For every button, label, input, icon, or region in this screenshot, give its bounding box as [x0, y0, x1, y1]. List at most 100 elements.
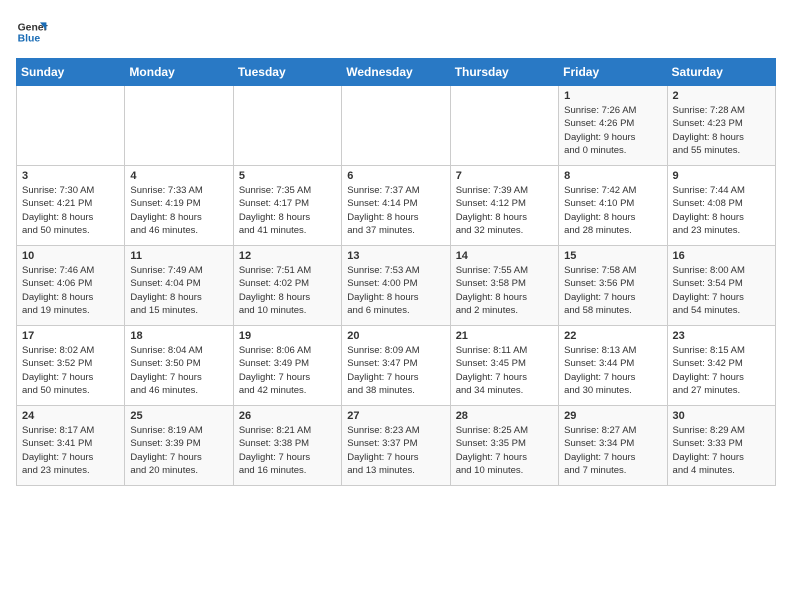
- weekday-header-monday: Monday: [125, 59, 233, 86]
- day-number: 3: [22, 170, 119, 182]
- calendar-cell: 7 Sunrise: 7:39 AMSunset: 4:12 PMDaylight…: [450, 166, 558, 246]
- day-number: 12: [239, 250, 336, 262]
- day-number: 11: [130, 250, 227, 262]
- day-number: 26: [239, 410, 336, 422]
- calendar-cell: 1 Sunrise: 7:26 AMSunset: 4:26 PMDaylight…: [559, 86, 667, 166]
- calendar-cell: 18Sunrise: 8:04 AMSunset: 3:50 PMDayligh…: [125, 326, 233, 406]
- day-number: 19: [239, 330, 336, 342]
- day-number: 30: [673, 410, 770, 422]
- day-info: Sunrise: 7:53 AMSunset: 4:00 PMDaylight:…: [347, 264, 444, 317]
- weekday-header-thursday: Thursday: [450, 59, 558, 86]
- weekday-header-row: SundayMondayTuesdayWednesdayThursdayFrid…: [17, 59, 776, 86]
- day-number: 24: [22, 410, 119, 422]
- weekday-header-wednesday: Wednesday: [342, 59, 450, 86]
- day-number: 25: [130, 410, 227, 422]
- calendar-cell: 10 Sunrise: 7:46 AMSunset: 4:06 PMDayligh…: [17, 246, 125, 326]
- calendar-cell: 13 Sunrise: 7:53 AMSunset: 4:00 PMDayligh…: [342, 246, 450, 326]
- day-info: Sunrise: 8:02 AMSunset: 3:52 PMDaylight:…: [22, 344, 119, 397]
- calendar-cell: 2 Sunrise: 7:28 AMSunset: 4:23 PMDaylight…: [667, 86, 775, 166]
- calendar-cell: [125, 86, 233, 166]
- day-number: 10: [22, 250, 119, 262]
- calendar-cell: 20 Sunrise: 8:09 AMSunset: 3:47 PMDayligh…: [342, 326, 450, 406]
- day-info: Sunrise: 7:37 AMSunset: 4:14 PMDaylight:…: [347, 184, 444, 237]
- day-number: 9: [673, 170, 770, 182]
- weekday-header-tuesday: Tuesday: [233, 59, 341, 86]
- calendar-cell: 26 Sunrise: 8:21 AMSunset: 3:38 PMDayligh…: [233, 406, 341, 486]
- calendar-cell: [17, 86, 125, 166]
- day-number: 20: [347, 330, 444, 342]
- day-number: 14: [456, 250, 553, 262]
- day-info: Sunrise: 8:29 AMSunset: 3:33 PMDaylight:…: [673, 424, 770, 477]
- day-number: 27: [347, 410, 444, 422]
- calendar-cell: 4Sunrise: 7:33 AMSunset: 4:19 PMDaylight…: [125, 166, 233, 246]
- day-number: 8: [564, 170, 661, 182]
- day-info: Sunrise: 7:42 AMSunset: 4:10 PMDaylight:…: [564, 184, 661, 237]
- day-number: 5: [239, 170, 336, 182]
- day-number: 16: [673, 250, 770, 262]
- calendar-cell: [233, 86, 341, 166]
- calendar-cell: 16 Sunrise: 8:00 AMSunset: 3:54 PMDayligh…: [667, 246, 775, 326]
- page-header: General Blue: [16, 16, 776, 48]
- day-info: Sunrise: 8:23 AMSunset: 3:37 PMDaylight:…: [347, 424, 444, 477]
- day-number: 7: [456, 170, 553, 182]
- calendar-cell: 29 Sunrise: 8:27 AMSunset: 3:34 PMDayligh…: [559, 406, 667, 486]
- calendar-cell: [450, 86, 558, 166]
- day-info: Sunrise: 8:09 AMSunset: 3:47 PMDaylight:…: [347, 344, 444, 397]
- calendar-cell: 28 Sunrise: 8:25 AMSunset: 3:35 PMDayligh…: [450, 406, 558, 486]
- day-info: Sunrise: 7:46 AMSunset: 4:06 PMDaylight:…: [22, 264, 119, 317]
- calendar-cell: 22 Sunrise: 8:13 AMSunset: 3:44 PMDayligh…: [559, 326, 667, 406]
- day-info: Sunrise: 8:21 AMSunset: 3:38 PMDaylight:…: [239, 424, 336, 477]
- logo-icon: General Blue: [16, 16, 48, 48]
- calendar-cell: 5Sunrise: 7:35 AMSunset: 4:17 PMDaylight…: [233, 166, 341, 246]
- calendar-cell: 12Sunrise: 7:51 AMSunset: 4:02 PMDayligh…: [233, 246, 341, 326]
- day-info: Sunrise: 8:25 AMSunset: 3:35 PMDaylight:…: [456, 424, 553, 477]
- day-info: Sunrise: 7:58 AMSunset: 3:56 PMDaylight:…: [564, 264, 661, 317]
- day-number: 29: [564, 410, 661, 422]
- calendar-cell: 30 Sunrise: 8:29 AMSunset: 3:33 PMDayligh…: [667, 406, 775, 486]
- calendar-cell: 17 Sunrise: 8:02 AMSunset: 3:52 PMDayligh…: [17, 326, 125, 406]
- day-info: Sunrise: 7:33 AMSunset: 4:19 PMDaylight:…: [130, 184, 227, 237]
- calendar-cell: [342, 86, 450, 166]
- day-number: 23: [673, 330, 770, 342]
- calendar-cell: 9Sunrise: 7:44 AMSunset: 4:08 PMDaylight…: [667, 166, 775, 246]
- day-number: 2: [673, 90, 770, 102]
- weekday-header-friday: Friday: [559, 59, 667, 86]
- day-info: Sunrise: 8:11 AMSunset: 3:45 PMDaylight:…: [456, 344, 553, 397]
- day-info: Sunrise: 8:04 AMSunset: 3:50 PMDaylight:…: [130, 344, 227, 397]
- week-row-3: 10 Sunrise: 7:46 AMSunset: 4:06 PMDayligh…: [17, 246, 776, 326]
- day-info: Sunrise: 7:30 AMSunset: 4:21 PMDaylight:…: [22, 184, 119, 237]
- calendar-table: SundayMondayTuesdayWednesdayThursdayFrid…: [16, 58, 776, 486]
- day-info: Sunrise: 7:28 AMSunset: 4:23 PMDaylight:…: [673, 104, 770, 157]
- week-row-4: 17 Sunrise: 8:02 AMSunset: 3:52 PMDayligh…: [17, 326, 776, 406]
- day-number: 22: [564, 330, 661, 342]
- day-info: Sunrise: 7:39 AMSunset: 4:12 PMDaylight:…: [456, 184, 553, 237]
- day-number: 6: [347, 170, 444, 182]
- day-info: Sunrise: 8:17 AMSunset: 3:41 PMDaylight:…: [22, 424, 119, 477]
- day-info: Sunrise: 8:00 AMSunset: 3:54 PMDaylight:…: [673, 264, 770, 317]
- calendar-cell: 21Sunrise: 8:11 AMSunset: 3:45 PMDayligh…: [450, 326, 558, 406]
- week-row-2: 3 Sunrise: 7:30 AMSunset: 4:21 PMDaylight…: [17, 166, 776, 246]
- day-number: 17: [22, 330, 119, 342]
- calendar-cell: 15Sunrise: 7:58 AMSunset: 3:56 PMDayligh…: [559, 246, 667, 326]
- day-info: Sunrise: 8:06 AMSunset: 3:49 PMDaylight:…: [239, 344, 336, 397]
- calendar-cell: 25 Sunrise: 8:19 AMSunset: 3:39 PMDayligh…: [125, 406, 233, 486]
- day-info: Sunrise: 8:27 AMSunset: 3:34 PMDaylight:…: [564, 424, 661, 477]
- day-info: Sunrise: 7:26 AMSunset: 4:26 PMDaylight:…: [564, 104, 661, 157]
- calendar-cell: 19 Sunrise: 8:06 AMSunset: 3:49 PMDayligh…: [233, 326, 341, 406]
- calendar-cell: 3 Sunrise: 7:30 AMSunset: 4:21 PMDaylight…: [17, 166, 125, 246]
- day-info: Sunrise: 8:13 AMSunset: 3:44 PMDaylight:…: [564, 344, 661, 397]
- day-number: 28: [456, 410, 553, 422]
- logo: General Blue: [16, 16, 48, 48]
- day-info: Sunrise: 8:19 AMSunset: 3:39 PMDaylight:…: [130, 424, 227, 477]
- weekday-header-saturday: Saturday: [667, 59, 775, 86]
- day-number: 13: [347, 250, 444, 262]
- calendar-cell: 14 Sunrise: 7:55 AMSunset: 3:58 PMDayligh…: [450, 246, 558, 326]
- svg-text:Blue: Blue: [18, 34, 41, 45]
- day-info: Sunrise: 8:15 AMSunset: 3:42 PMDaylight:…: [673, 344, 770, 397]
- calendar-cell: 23 Sunrise: 8:15 AMSunset: 3:42 PMDayligh…: [667, 326, 775, 406]
- day-info: Sunrise: 7:55 AMSunset: 3:58 PMDaylight:…: [456, 264, 553, 317]
- day-info: Sunrise: 7:49 AMSunset: 4:04 PMDaylight:…: [130, 264, 227, 317]
- week-row-5: 24 Sunrise: 8:17 AMSunset: 3:41 PMDayligh…: [17, 406, 776, 486]
- day-number: 1: [564, 90, 661, 102]
- calendar-cell: 24 Sunrise: 8:17 AMSunset: 3:41 PMDayligh…: [17, 406, 125, 486]
